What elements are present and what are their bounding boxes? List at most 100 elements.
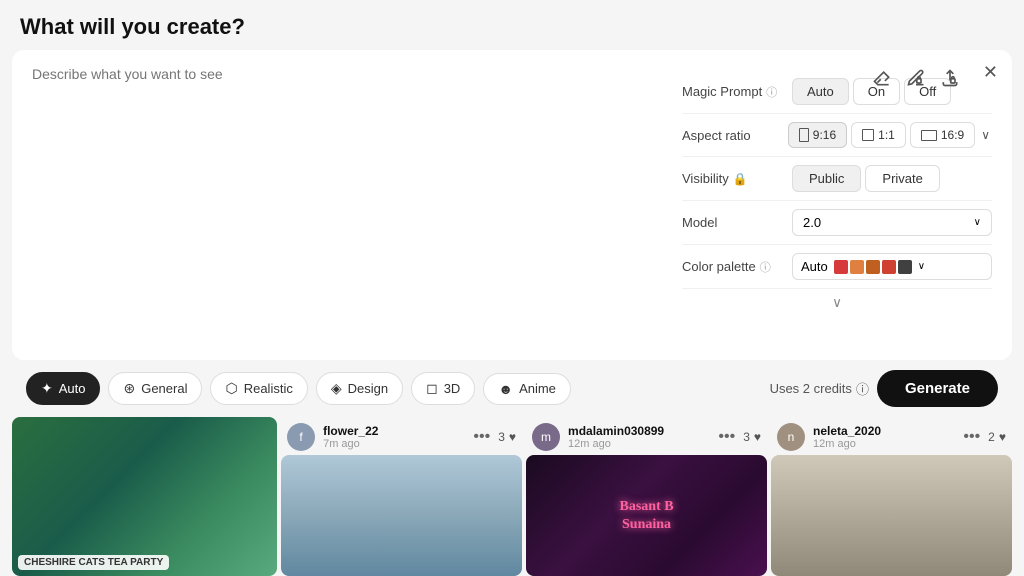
visibility-label: Visibility 🔒 — [682, 171, 792, 186]
color-palette-btn[interactable]: Auto ∨ — [792, 253, 992, 280]
more-btn-2[interactable]: ••• — [473, 428, 490, 446]
gallery-header-3: m mdalamin030899 12m ago ••• 3 ♥ — [526, 417, 767, 455]
design-style-icon: ◈ — [331, 380, 342, 397]
general-style-icon: ⊛ — [123, 380, 135, 397]
like-section-3: 3 ♥ — [743, 430, 761, 444]
model-chevron-icon: ∨ — [974, 217, 981, 228]
user-info-4: neleta_2020 12m ago — [813, 424, 955, 450]
username-3: mdalamin030899 — [568, 424, 710, 438]
prompt-area — [32, 66, 662, 344]
magic-prompt-info-icon: ⓘ — [766, 84, 777, 100]
swatch-3 — [866, 260, 880, 274]
upload-lock-icon-btn[interactable] — [938, 66, 962, 90]
prompt-icons — [870, 66, 962, 90]
auto-style-icon: ✦ — [41, 380, 53, 397]
gallery-header-4: n neleta_2020 12m ago ••• 2 ♥ — [771, 417, 1012, 455]
bottom-bar: ✦ Auto ⊛ General ⬡ Realistic ◈ Design ◻ … — [12, 360, 1012, 417]
gallery-col-2: f flower_22 7m ago ••• 3 ♥ — [281, 417, 522, 576]
style-auto-btn[interactable]: ✦ Auto — [26, 372, 100, 405]
heart-icon-2: ♥ — [509, 430, 516, 444]
prompt-textarea[interactable] — [32, 66, 662, 306]
model-select-btn[interactable]: 2.0 ∨ — [792, 209, 992, 236]
aspect-ratio-row: Aspect ratio 9:16 1:1 16:9 ∨ — [682, 114, 992, 157]
gallery-image-2 — [281, 455, 522, 576]
square-icon — [862, 129, 874, 141]
like-section-4: 2 ♥ — [988, 430, 1006, 444]
generate-button[interactable]: Generate — [877, 370, 998, 407]
color-palette-controls: Auto ∨ — [792, 253, 992, 280]
swatch-4 — [882, 260, 896, 274]
model-controls: 2.0 ∨ — [792, 209, 992, 236]
gallery-col-3: m mdalamin030899 12m ago ••• 3 ♥ Basant … — [526, 417, 767, 576]
anime-style-icon: ☻ — [498, 381, 513, 397]
swatch-1 — [834, 260, 848, 274]
post-time-3: 12m ago — [568, 438, 710, 450]
like-section-2: 3 ♥ — [498, 430, 516, 444]
close-button[interactable]: ✕ — [983, 62, 998, 83]
heart-icon-3: ♥ — [754, 430, 761, 444]
main-panel: ✕ Magic Prompt ⓘ Auto On Off Aspect rati… — [12, 50, 1012, 360]
like-count-2: 3 — [498, 430, 505, 444]
aspect-square-btn[interactable]: 1:1 — [851, 122, 906, 148]
expand-icon: ∨ — [832, 295, 842, 311]
style-realistic-btn[interactable]: ⬡ Realistic — [210, 372, 307, 405]
like-count-3: 3 — [743, 430, 750, 444]
more-btn-3[interactable]: ••• — [718, 428, 735, 446]
edit-lock-icon-btn[interactable] — [904, 66, 928, 90]
user-info-2: flower_22 7m ago — [323, 424, 465, 450]
aspect-more-btn[interactable]: ∨ — [979, 126, 992, 144]
more-btn-4[interactable]: ••• — [963, 428, 980, 446]
color-palette-info-icon: ⓘ — [760, 259, 771, 275]
heart-icon-4: ♥ — [999, 430, 1006, 444]
landscape-icon — [921, 130, 937, 141]
visibility-row: Visibility 🔒 Public Private — [682, 157, 992, 201]
credits-info-icon: ⓘ — [856, 379, 869, 398]
user-info-3: mdalamin030899 12m ago — [568, 424, 710, 450]
expand-settings-btn[interactable]: ∨ — [682, 289, 992, 313]
credits-text: Uses 2 credits ⓘ — [770, 379, 869, 398]
settings-panel: Magic Prompt ⓘ Auto On Off Aspect ratio — [682, 66, 992, 344]
color-palette-chevron-icon: ∨ — [918, 261, 925, 272]
visibility-public-btn[interactable]: Public — [792, 165, 861, 192]
swatch-2 — [850, 260, 864, 274]
username-4: neleta_2020 — [813, 424, 955, 438]
post-time-4: 12m ago — [813, 438, 955, 450]
like-count-4: 2 — [988, 430, 995, 444]
style-design-btn[interactable]: ◈ Design — [316, 372, 403, 405]
aspect-landscape-btn[interactable]: 16:9 — [910, 122, 975, 148]
aspect-portrait-btn[interactable]: 9:16 — [788, 122, 847, 148]
style-general-btn[interactable]: ⊛ General — [108, 372, 202, 405]
eraser-icon-btn[interactable] — [870, 66, 894, 90]
aspect-ratio-controls: 9:16 1:1 16:9 ∨ — [788, 122, 992, 148]
gallery-image-3: Basant BSunaina — [526, 455, 767, 576]
swatch-5 — [898, 260, 912, 274]
visibility-controls: Public Private — [792, 165, 992, 192]
post-time-2: 7m ago — [323, 438, 465, 450]
model-row: Model 2.0 ∨ — [682, 201, 992, 245]
page-title: What will you create? — [0, 0, 1024, 50]
gallery-image-4 — [771, 455, 1012, 576]
model-label: Model — [682, 215, 792, 230]
gallery-col-4: n neleta_2020 12m ago ••• 2 ♥ — [771, 417, 1012, 576]
color-swatches — [834, 260, 912, 274]
gallery-header-2: f flower_22 7m ago ••• 3 ♥ — [281, 417, 522, 455]
color-palette-label: Color palette ⓘ — [682, 259, 792, 275]
avatar-4: n — [777, 423, 805, 451]
aspect-ratio-label: Aspect ratio — [682, 128, 788, 143]
avatar-2: f — [287, 423, 315, 451]
portrait-icon — [799, 128, 809, 142]
gallery-col-1: CHESHIRE CATS TEA PARTY — [12, 417, 277, 576]
magic-prompt-label: Magic Prompt ⓘ — [682, 84, 792, 100]
style-anime-btn[interactable]: ☻ Anime — [483, 373, 571, 405]
magic-prompt-auto-btn[interactable]: Auto — [792, 78, 849, 105]
color-palette-row: Color palette ⓘ Auto ∨ — [682, 245, 992, 289]
username-2: flower_22 — [323, 424, 465, 438]
gallery-image-1: CHESHIRE CATS TEA PARTY — [12, 417, 277, 576]
gallery: CHESHIRE CATS TEA PARTY f flower_22 7m a… — [12, 417, 1012, 576]
realistic-style-icon: ⬡ — [225, 380, 237, 397]
3d-style-icon: ◻ — [426, 380, 438, 397]
avatar-3: m — [532, 423, 560, 451]
style-3d-btn[interactable]: ◻ 3D — [411, 372, 475, 405]
visibility-private-btn[interactable]: Private — [865, 165, 939, 192]
lock-icon: 🔒 — [733, 172, 748, 186]
